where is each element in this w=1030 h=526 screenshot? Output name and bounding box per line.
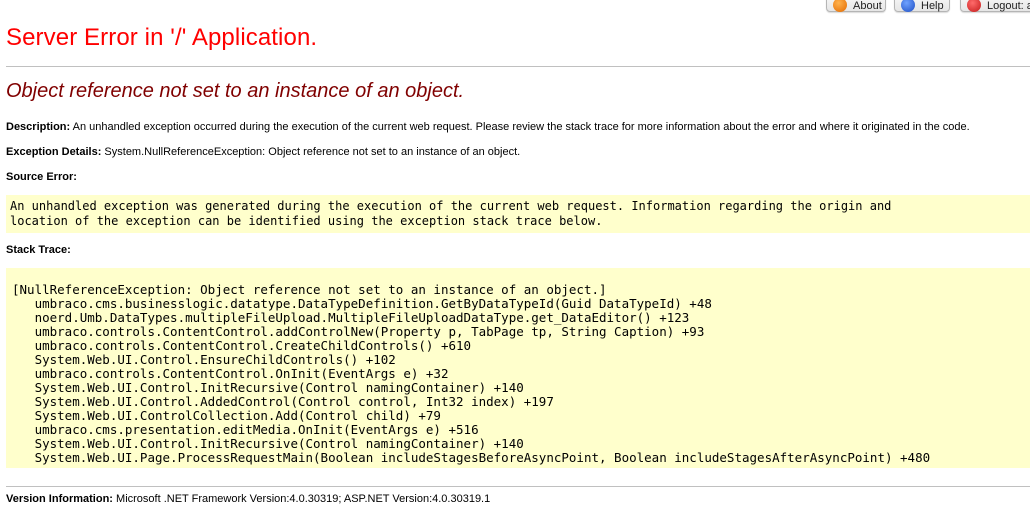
help-button[interactable]: Help [894, 0, 950, 12]
exception-details-line: Exception Details: System.NullReferenceE… [6, 146, 520, 158]
info-icon [833, 0, 847, 12]
top-toolbar: About Help Logout: a [0, 0, 1030, 14]
stack-trace-line: umbraco.cms.presentation.editMedia.OnIni… [12, 423, 479, 437]
version-information-line: Version Information: Microsoft .NET Fram… [6, 493, 490, 505]
stack-trace-heading: Stack Trace: [6, 244, 71, 256]
stack-trace-line: [NullReferenceException: Object referenc… [12, 283, 607, 297]
description-text: An unhandled exception occurred during t… [72, 121, 970, 133]
stack-trace-line: System.Web.UI.ControlCollection.Add(Cont… [12, 409, 441, 423]
version-information-label: Version Information: [6, 493, 113, 505]
stack-trace-line: umbraco.controls.ContentControl.OnInit(E… [12, 367, 449, 381]
page-title: Server Error in '/' Application. [6, 24, 318, 51]
version-information-text: Microsoft .NET Framework Version:4.0.303… [116, 493, 491, 505]
stack-trace-line: umbraco.controls.ContentControl.addContr… [12, 325, 705, 339]
stack-trace-line: umbraco.controls.ContentControl.CreateCh… [12, 339, 472, 353]
exception-details-text: System.NullReferenceException: Object re… [104, 146, 521, 158]
stack-trace-line: noerd.Umb.DataTypes.multipleFileUpload.M… [12, 311, 690, 325]
error-message: Object reference not set to an instance … [6, 80, 465, 102]
stack-trace-line: System.Web.UI.Control.AddedControl(Contr… [12, 395, 554, 409]
description-label: Description: [6, 121, 71, 133]
stack-trace-line: System.Web.UI.Control.EnsureChildControl… [12, 353, 396, 367]
stack-trace-line: System.Web.UI.Page.ProcessRequestMain(Bo… [12, 451, 931, 465]
about-button[interactable]: About [826, 0, 886, 12]
source-error-box: An unhandled exception was generated dur… [6, 195, 1030, 233]
about-label: About [853, 0, 882, 12]
stack-trace-box: [NullReferenceException: Object referenc… [6, 268, 1030, 468]
help-icon [901, 0, 915, 12]
source-error-line: location of the exception can be identif… [10, 213, 603, 228]
logout-label: Logout: a [987, 0, 1030, 12]
exception-details-label: Exception Details: [6, 146, 102, 158]
stack-trace-line: umbraco.cms.businesslogic.datatype.DataT… [12, 297, 712, 311]
logout-button[interactable]: Logout: a [960, 0, 1030, 12]
source-error-heading: Source Error: [6, 171, 77, 183]
divider-bottom [6, 486, 1030, 487]
stack-trace-line: System.Web.UI.Control.InitRecursive(Cont… [12, 437, 524, 451]
help-label: Help [921, 0, 944, 12]
divider-top [6, 66, 1030, 67]
logout-icon [967, 0, 981, 12]
source-error-line: An unhandled exception was generated dur… [10, 199, 892, 213]
description-line: Description: An unhandled exception occu… [6, 121, 970, 133]
stack-trace-line: System.Web.UI.Control.InitRecursive(Cont… [12, 381, 524, 395]
